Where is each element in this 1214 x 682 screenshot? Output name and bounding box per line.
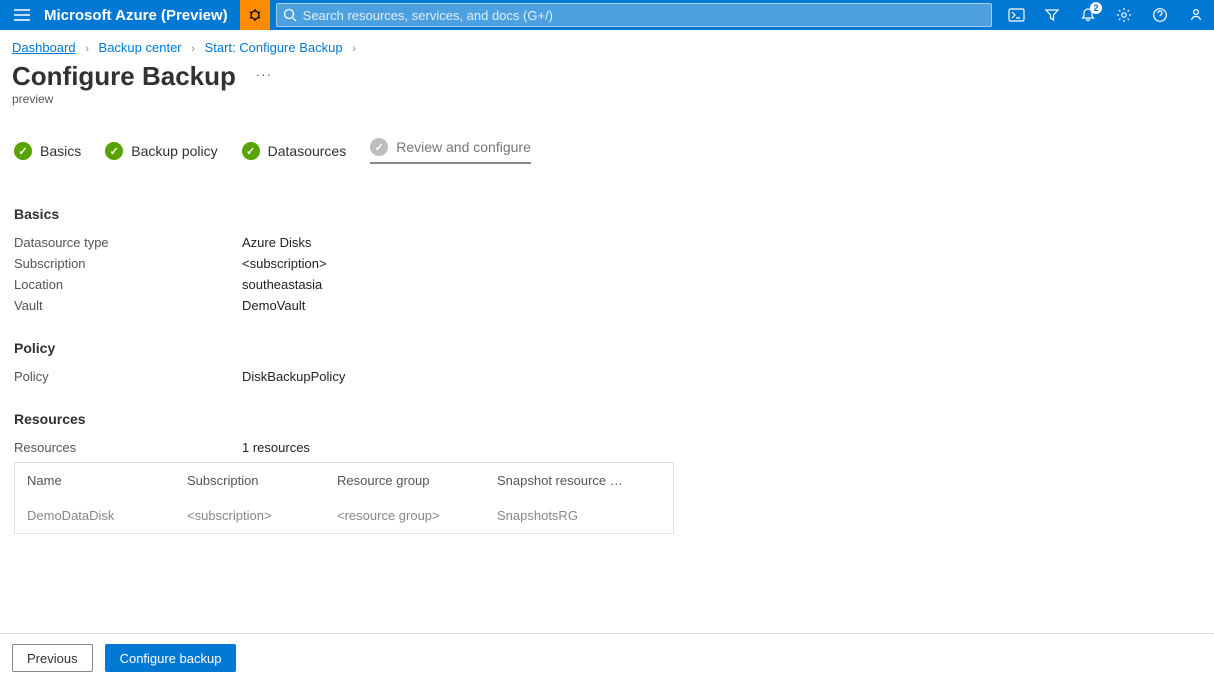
table-header-row: Name Subscription Resource group Snapsho…	[15, 463, 673, 498]
table-col-snapshot-rg: Snapshot resource …	[485, 463, 665, 498]
breadcrumb: Dashboard › Backup center › Start: Confi…	[0, 30, 1214, 59]
help-button[interactable]	[1142, 0, 1178, 30]
kv-value: DemoVault	[242, 298, 305, 313]
kv-value: 1 resources	[242, 440, 310, 455]
kv-row: Vault DemoVault	[14, 295, 1200, 316]
kv-row: Datasource type Azure Disks	[14, 232, 1200, 253]
section-heading-resources: Resources	[14, 411, 1200, 427]
help-icon	[1152, 7, 1168, 23]
topbar-actions: 2	[998, 0, 1214, 30]
table-col-subscription: Subscription	[175, 463, 325, 498]
cloud-shell-button[interactable]	[998, 0, 1034, 30]
hamburger-icon	[14, 9, 30, 21]
check-circle-icon: ✓	[242, 142, 260, 160]
kv-row: Subscription <subscription>	[14, 253, 1200, 274]
chevron-right-icon: ›	[79, 43, 95, 55]
step-basics[interactable]: ✓ Basics	[14, 142, 81, 160]
preview-bug-button[interactable]	[240, 0, 270, 30]
kv-key: Subscription	[14, 256, 242, 271]
kv-value: <subscription>	[242, 256, 327, 271]
table-row: DemoDataDisk <subscription> <resource gr…	[15, 498, 673, 533]
kv-key: Vault	[14, 298, 242, 313]
kv-key: Resources	[14, 440, 242, 455]
settings-button[interactable]	[1106, 0, 1142, 30]
top-bar: Microsoft Azure (Preview) 2	[0, 0, 1214, 30]
step-backup-policy[interactable]: ✓ Backup policy	[105, 142, 217, 160]
kv-key: Location	[14, 277, 242, 292]
section-heading-policy: Policy	[14, 340, 1200, 356]
feedback-button[interactable]	[1178, 0, 1214, 30]
directory-filter-button[interactable]	[1034, 0, 1070, 30]
kv-value: DiskBackupPolicy	[242, 369, 345, 384]
step-label: Review and configure	[396, 139, 531, 155]
chevron-right-icon: ›	[185, 43, 201, 55]
section-heading-basics: Basics	[14, 206, 1200, 222]
check-circle-icon: ✓	[105, 142, 123, 160]
cloud-shell-icon	[1008, 8, 1025, 22]
kv-row: Policy DiskBackupPolicy	[14, 366, 1200, 387]
hamburger-menu-button[interactable]	[0, 0, 44, 30]
table-col-resource-group: Resource group	[325, 463, 485, 498]
table-col-name: Name	[15, 463, 175, 498]
global-search[interactable]	[276, 3, 992, 27]
table-cell-snapshot-rg: SnapshotsRG	[485, 498, 665, 533]
kv-value: Azure Disks	[242, 235, 311, 250]
kv-row: Resources 1 resources	[14, 437, 1200, 458]
gear-icon	[1116, 7, 1132, 23]
step-label: Basics	[40, 143, 81, 159]
bug-icon	[247, 7, 263, 23]
breadcrumb-item-start-configure-backup[interactable]: Start: Configure Backup	[205, 40, 343, 55]
table-cell-subscription: <subscription>	[175, 498, 325, 533]
search-icon	[283, 8, 297, 22]
notifications-button[interactable]: 2	[1070, 0, 1106, 30]
resources-table: Name Subscription Resource group Snapsho…	[14, 462, 674, 534]
kv-value: southeastasia	[242, 277, 322, 292]
table-cell-name: DemoDataDisk	[15, 498, 175, 533]
breadcrumb-item-dashboard[interactable]: Dashboard	[12, 40, 76, 55]
kv-key: Policy	[14, 369, 242, 384]
check-circle-icon: ✓	[370, 138, 388, 156]
kv-row: Location southeastasia	[14, 274, 1200, 295]
review-content: Basics Datasource type Azure Disks Subsc…	[0, 170, 1214, 534]
table-cell-resource-group: <resource group>	[325, 498, 485, 533]
filter-icon	[1044, 7, 1060, 23]
step-review-and-configure[interactable]: ✓ Review and configure	[370, 138, 531, 164]
more-actions-button[interactable]: ···	[256, 67, 272, 82]
notification-badge: 2	[1090, 2, 1102, 14]
configure-backup-button[interactable]: Configure backup	[105, 644, 237, 672]
step-label: Backup policy	[131, 143, 217, 159]
kv-key: Datasource type	[14, 235, 242, 250]
step-datasources[interactable]: ✓ Datasources	[242, 142, 347, 160]
check-circle-icon: ✓	[14, 142, 32, 160]
step-label: Datasources	[268, 143, 347, 159]
feedback-icon	[1188, 7, 1204, 23]
chevron-right-icon: ›	[346, 43, 362, 55]
brand-title[interactable]: Microsoft Azure (Preview)	[44, 7, 240, 24]
search-input[interactable]	[303, 8, 985, 23]
page-title: Configure Backup	[12, 61, 236, 92]
breadcrumb-item-backup-center[interactable]: Backup center	[99, 40, 182, 55]
page-subtitle: preview	[0, 92, 1214, 108]
previous-button[interactable]: Previous	[12, 644, 93, 672]
wizard-steps: ✓ Basics ✓ Backup policy ✓ Datasources ✓…	[0, 108, 1214, 170]
wizard-footer: Previous Configure backup	[0, 633, 1214, 682]
title-row: Configure Backup ···	[0, 59, 1214, 92]
